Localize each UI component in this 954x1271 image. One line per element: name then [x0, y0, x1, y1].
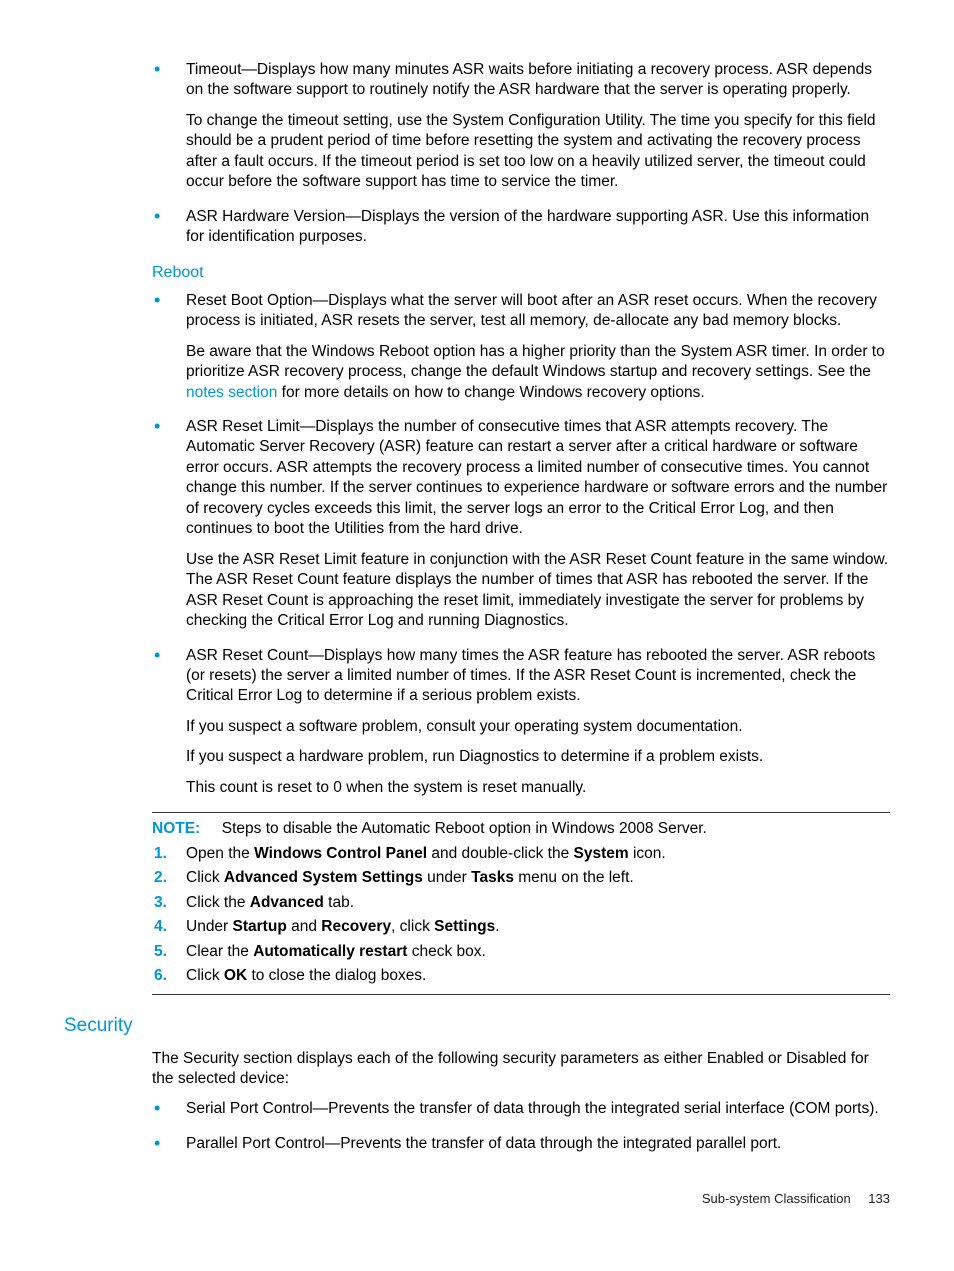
para: If you suspect a software problem, consu… [186, 717, 890, 737]
page-content: Timeout—Displays how many minutes ASR wa… [152, 60, 890, 1154]
para: Use the ASR Reset Limit feature in conju… [186, 550, 890, 632]
footer-label: Sub-system Classification [702, 1191, 851, 1206]
step-5: Clear the Automatically restart check bo… [152, 942, 890, 962]
text: Be aware that the Windows Reboot option … [186, 343, 885, 380]
rule-top [152, 812, 890, 813]
rule-bottom [152, 994, 890, 995]
para: ASR Reset Count—Displays how many times … [186, 646, 890, 707]
security-intro: The Security section displays each of th… [152, 1049, 890, 1090]
step-4: Under Startup and Recovery, click Settin… [152, 917, 890, 937]
note-label: NOTE: [152, 820, 200, 837]
para: To change the timeout setting, use the S… [186, 111, 890, 193]
para: This count is reset to 0 when the system… [186, 778, 890, 798]
step-3: Click the Advanced tab. [152, 893, 890, 913]
bullet-serial-port: Serial Port Control—Prevents the transfe… [152, 1099, 890, 1119]
bullet-parallel-port: Parallel Port Control—Prevents the trans… [152, 1134, 890, 1154]
para: ASR Hardware Version—Displays the versio… [186, 207, 890, 248]
bullet-reset-boot-option: Reset Boot Option—Displays what the serv… [152, 291, 890, 403]
notes-section-link[interactable]: notes section [186, 384, 277, 401]
step-6: Click OK to close the dialog boxes. [152, 966, 890, 986]
bullet-asr-reset-limit: ASR Reset Limit—Displays the number of c… [152, 417, 890, 632]
para: If you suspect a hardware problem, run D… [186, 747, 890, 767]
para: Reset Boot Option—Displays what the serv… [186, 291, 890, 332]
reboot-heading: Reboot [152, 262, 890, 283]
para: Serial Port Control—Prevents the transfe… [186, 1100, 879, 1117]
security-bullets: Serial Port Control—Prevents the transfe… [152, 1099, 890, 1154]
security-heading: Security [64, 1013, 890, 1038]
page-number: 133 [868, 1191, 890, 1206]
step-1: Open the Windows Control Panel and doubl… [152, 844, 890, 864]
steps-list: Open the Windows Control Panel and doubl… [152, 844, 890, 987]
para: Parallel Port Control—Prevents the trans… [186, 1135, 781, 1152]
note-line: NOTE: Steps to disable the Automatic Reb… [152, 819, 890, 839]
page-footer: Sub-system Classification 133 [64, 1190, 890, 1207]
bullet-asr-reset-count: ASR Reset Count—Displays how many times … [152, 646, 890, 799]
para: ASR Reset Limit—Displays the number of c… [186, 417, 890, 540]
step-2: Click Advanced System Settings under Tas… [152, 868, 890, 888]
bullet-timeout: Timeout—Displays how many minutes ASR wa… [152, 60, 890, 193]
top-bullets: Timeout—Displays how many minutes ASR wa… [152, 60, 890, 248]
reboot-bullets: Reset Boot Option—Displays what the serv… [152, 291, 890, 799]
bullet-asr-hw-version: ASR Hardware Version—Displays the versio… [152, 207, 890, 248]
para: Be aware that the Windows Reboot option … [186, 342, 890, 403]
para: Timeout—Displays how many minutes ASR wa… [186, 60, 890, 101]
note-text: Steps to disable the Automatic Reboot op… [222, 820, 707, 837]
text: for more details on how to change Window… [277, 384, 704, 401]
